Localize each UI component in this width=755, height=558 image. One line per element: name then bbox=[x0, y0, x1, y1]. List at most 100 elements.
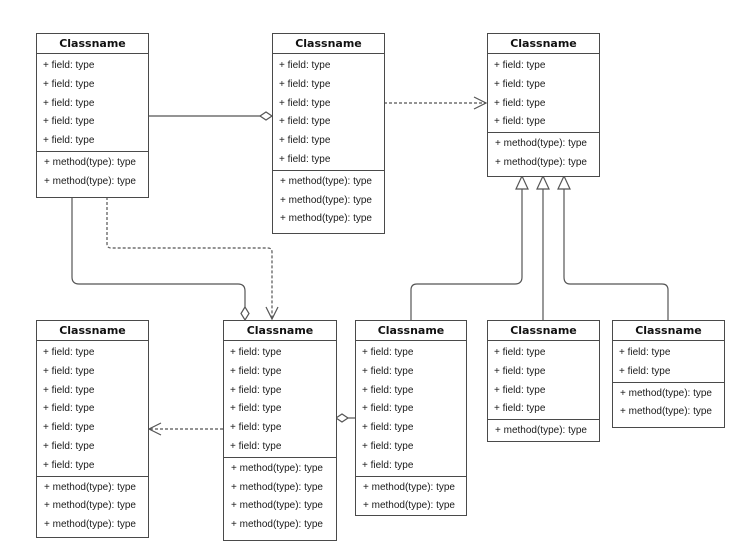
aggregation-diamond-icon bbox=[334, 413, 350, 423]
methods-section: + method(type): type + method(type): type bbox=[356, 475, 466, 517]
fields-section: + field: type + field: type + field: type +… bbox=[273, 54, 384, 170]
field-row: + field: type bbox=[362, 384, 414, 396]
method-row: + method(type): type bbox=[495, 425, 587, 437]
field-row: + field: type bbox=[43, 365, 95, 377]
field-row: + field: type bbox=[279, 116, 331, 128]
field-row: + field: type bbox=[43, 78, 95, 90]
method-row: + method(type): type bbox=[44, 156, 136, 168]
field-row: + field: type bbox=[494, 78, 546, 90]
field-row: + field: type bbox=[362, 440, 414, 452]
method-row: + method(type): type bbox=[44, 175, 136, 187]
field-row: + field: type bbox=[362, 422, 414, 434]
dependency-line-c1-c5[interactable] bbox=[106, 197, 273, 319]
field-row: + field: type bbox=[494, 60, 546, 71]
method-row: + method(type): type bbox=[231, 519, 323, 531]
class-name: Classname bbox=[37, 321, 148, 341]
hollow-triangle-icon bbox=[515, 174, 529, 190]
field-row: + field: type bbox=[619, 365, 671, 377]
field-row: + field: type bbox=[230, 403, 282, 415]
methods-section: + method(type): type bbox=[488, 419, 599, 441]
method-row: + method(type): type bbox=[495, 156, 587, 168]
field-row: + field: type bbox=[43, 422, 95, 434]
method-row: + method(type): type bbox=[231, 462, 323, 474]
methods-section: + method(type): type + method(type): type bbox=[488, 132, 599, 173]
class-name: Classname bbox=[488, 34, 599, 54]
aggregation-line-c1-c5[interactable] bbox=[71, 197, 246, 307]
class-box[interactable]: Classname + field: type + field: type + fie… bbox=[355, 320, 467, 516]
field-row: + field: type bbox=[362, 365, 414, 377]
method-row: + method(type): type bbox=[620, 387, 712, 399]
field-row: + field: type bbox=[279, 135, 331, 147]
field-row: + field: type bbox=[279, 60, 331, 71]
fields-section: + field: type + field: type + field: type +… bbox=[37, 341, 148, 476]
field-row: + field: type bbox=[362, 459, 414, 471]
field-row: + field: type bbox=[43, 459, 95, 471]
methods-section: + method(type): type + method(type): type… bbox=[37, 475, 148, 535]
hollow-triangle-icon bbox=[536, 174, 550, 190]
aggregation-diamond-icon bbox=[240, 305, 250, 322]
field-row: + field: type bbox=[494, 403, 546, 415]
field-row: + field: type bbox=[494, 97, 546, 109]
field-row: + field: type bbox=[494, 347, 546, 358]
field-row: + field: type bbox=[619, 347, 671, 358]
field-row: + field: type bbox=[279, 78, 331, 90]
fields-section: + field: type + field: type + field: type +… bbox=[488, 54, 599, 132]
class-name: Classname bbox=[224, 321, 336, 341]
fields-section: + field: type + field: type + field: type +… bbox=[37, 54, 148, 151]
methods-section: + method(type): type + method(type): type bbox=[613, 381, 724, 423]
class-name: Classname bbox=[356, 321, 466, 341]
method-row: + method(type): type bbox=[363, 500, 455, 512]
field-row: + field: type bbox=[230, 422, 282, 434]
class-box[interactable]: Classname + field: type + field: type + fie… bbox=[487, 33, 600, 177]
methods-section: + method(type): type + method(type): type… bbox=[273, 169, 384, 229]
field-row: + field: type bbox=[230, 440, 282, 452]
field-row: + field: type bbox=[230, 365, 282, 377]
class-box[interactable]: Classname + field: type + field: type + fie… bbox=[272, 33, 385, 234]
class-box[interactable]: Classname + field: type + field: type + fie… bbox=[223, 320, 337, 541]
field-row: + field: type bbox=[279, 97, 331, 109]
class-box[interactable]: Classname + field: type + field: type + fie… bbox=[487, 320, 600, 442]
method-row: + method(type): type bbox=[231, 500, 323, 512]
class-name: Classname bbox=[273, 34, 384, 54]
aggregation-diamond-icon bbox=[258, 111, 274, 121]
method-row: + method(type): type bbox=[231, 481, 323, 493]
generalization-line-c8-c3[interactable] bbox=[563, 189, 669, 320]
method-row: + method(type): type bbox=[44, 500, 136, 512]
field-row: + field: type bbox=[279, 153, 331, 165]
field-row: + field: type bbox=[43, 440, 95, 452]
method-row: + method(type): type bbox=[620, 406, 712, 418]
method-row: + method(type): type bbox=[44, 481, 136, 493]
fields-section: + field: type + field: type + field: type +… bbox=[488, 341, 599, 419]
field-row: + field: type bbox=[43, 97, 95, 109]
field-row: + field: type bbox=[43, 60, 95, 71]
field-row: + field: type bbox=[362, 347, 414, 358]
field-row: + field: type bbox=[230, 384, 282, 396]
field-row: + field: type bbox=[230, 347, 282, 358]
method-row: + method(type): type bbox=[44, 519, 136, 531]
methods-section: + method(type): type + method(type): type… bbox=[224, 456, 336, 535]
fields-section: + field: type + field: type + field: type +… bbox=[356, 341, 466, 476]
class-name: Classname bbox=[613, 321, 724, 341]
hollow-triangle-icon bbox=[557, 174, 571, 190]
class-box[interactable]: Classname + field: type + field: type + fie… bbox=[36, 320, 149, 538]
method-row: + method(type): type bbox=[280, 213, 372, 225]
field-row: + field: type bbox=[494, 116, 546, 128]
method-row: + method(type): type bbox=[280, 175, 372, 187]
class-name: Classname bbox=[37, 34, 148, 54]
field-row: + field: type bbox=[43, 116, 95, 128]
field-row: + field: type bbox=[43, 384, 95, 396]
field-row: + field: type bbox=[362, 403, 414, 415]
diagram-canvas: Classname + field: type + field: type + fie… bbox=[0, 0, 755, 558]
field-row: + field: type bbox=[43, 135, 95, 147]
methods-section: + method(type): type + method(type): type bbox=[37, 150, 148, 192]
class-box[interactable]: Classname + field: type + field: type + fie… bbox=[36, 33, 149, 198]
field-row: + field: type bbox=[494, 365, 546, 377]
field-row: + field: type bbox=[43, 347, 95, 358]
method-row: + method(type): type bbox=[363, 481, 455, 493]
fields-section: + field: type + field: type bbox=[613, 341, 724, 382]
class-box[interactable]: Classname + field: type + field: type + met… bbox=[612, 320, 725, 428]
fields-section: + field: type + field: type + field: type +… bbox=[224, 341, 336, 457]
generalization-line-c6-c3[interactable] bbox=[410, 189, 523, 320]
method-row: + method(type): type bbox=[495, 138, 587, 150]
method-row: + method(type): type bbox=[280, 194, 372, 206]
